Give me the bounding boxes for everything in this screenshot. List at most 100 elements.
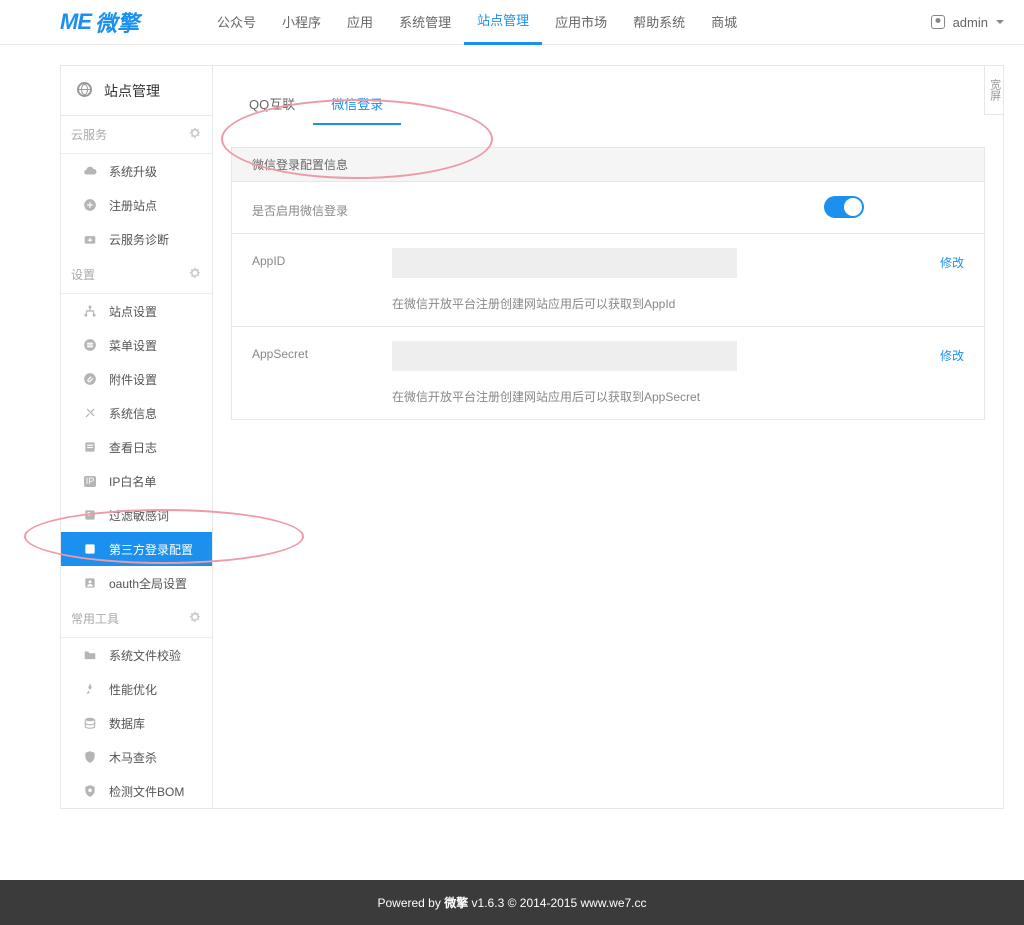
nav-item-4[interactable]: 站点管理 (464, 0, 542, 45)
nav-item-3[interactable]: 系统管理 (386, 0, 464, 45)
tab-1[interactable]: 微信登录 (313, 84, 401, 125)
sidebar-item-1-4[interactable]: 查看日志 (61, 430, 212, 464)
sidebar-item-label: 检测文件BOM (109, 783, 184, 800)
sidebar-header: 站点管理 (61, 66, 212, 116)
sidebar-item-1-0[interactable]: 站点设置 (61, 294, 212, 328)
sidebar-item-1-6[interactable]: 过滤敏感词 (61, 498, 212, 532)
switch-toggle[interactable] (824, 196, 864, 218)
sidebar-item-label: 第三方登录配置 (109, 541, 193, 558)
top-nav: ME 微擎 公众号小程序应用系统管理站点管理应用市场帮助系统商城 admin (0, 0, 1024, 45)
nav-item-7[interactable]: 商城 (698, 0, 750, 45)
gear-icon[interactable] (188, 610, 202, 627)
sidebar-item-label: 过滤敏感词 (109, 507, 169, 524)
sidebar-item-label: 查看日志 (109, 439, 157, 456)
nav-item-6[interactable]: 帮助系统 (620, 0, 698, 45)
section-label: 云服务 (71, 126, 107, 143)
login-icon (81, 542, 99, 556)
form-help: 在微信开放平台注册创建网站应用后可以获取到AppSecret (392, 388, 914, 405)
sidebar-item-2-2[interactable]: 数据库 (61, 706, 212, 740)
sidebar-item-label: 注册站点 (109, 197, 157, 214)
form-label: AppID (252, 248, 392, 268)
form-label: AppSecret (252, 341, 392, 361)
sidebar: 站点管理 云服务系统升级注册站点云服务诊断设置站点设置菜单设置附件设置系统信息查… (61, 66, 213, 808)
form-value (392, 196, 964, 218)
edit-link[interactable]: 修改 (940, 256, 964, 270)
nav-item-2[interactable]: 应用 (334, 0, 386, 45)
edit-link[interactable]: 修改 (940, 349, 964, 363)
nav-items: 公众号小程序应用系统管理站点管理应用市场帮助系统商城 (204, 0, 750, 45)
sidebar-item-2-1[interactable]: 性能优化 (61, 672, 212, 706)
form-help: 在微信开放平台注册创建网站应用后可以获取到AppId (392, 295, 914, 312)
shield-icon (81, 750, 99, 764)
text-input[interactable] (392, 248, 737, 278)
sidebar-item-label: 站点设置 (109, 303, 157, 320)
form-panel-header: 微信登录配置信息 (232, 148, 984, 182)
sidebar-item-1-5[interactable]: IPIP白名单 (61, 464, 212, 498)
tools-icon (81, 406, 99, 420)
list-icon (81, 338, 99, 352)
nav-item-5[interactable]: 应用市场 (542, 0, 620, 45)
sidebar-item-label: 附件设置 (109, 371, 157, 388)
footer-product: 微擎 (444, 896, 468, 910)
sidebar-item-0-0[interactable]: 系统升级 (61, 154, 212, 188)
footer-url: www.we7.cc (581, 896, 647, 910)
user-icon (931, 15, 945, 29)
text-input[interactable] (392, 341, 737, 371)
sidebar-item-2-0[interactable]: 系统文件校验 (61, 638, 212, 672)
sidebar-item-1-2[interactable]: 附件设置 (61, 362, 212, 396)
form-value: 在微信开放平台注册创建网站应用后可以获取到AppSecret (392, 341, 914, 405)
globe-icon (77, 82, 92, 100)
tab-0[interactable]: QQ互联 (231, 84, 313, 125)
sidebar-item-0-2[interactable]: 云服务诊断 (61, 222, 212, 256)
sidebar-title: 站点管理 (104, 81, 160, 101)
sidebar-item-label: IP白名单 (109, 473, 156, 490)
filter-icon (81, 508, 99, 522)
content-tabs: QQ互联微信登录 (213, 66, 1003, 125)
section-title-0: 云服务 (61, 116, 212, 154)
nav-item-1[interactable]: 小程序 (269, 0, 334, 45)
sidebar-item-label: 系统信息 (109, 405, 157, 422)
rocket-icon (81, 682, 99, 696)
sidebar-item-1-7[interactable]: 第三方登录配置 (61, 532, 212, 566)
sidebar-item-label: 菜单设置 (109, 337, 157, 354)
sidebar-item-2-4[interactable]: 检测文件BOM (61, 774, 212, 808)
section-title-1: 设置 (61, 256, 212, 294)
log-icon (81, 440, 99, 454)
logo-prefix: ME (60, 9, 91, 35)
panel: 站点管理 云服务系统升级注册站点云服务诊断设置站点设置菜单设置附件设置系统信息查… (60, 65, 1004, 809)
logo[interactable]: ME 微擎 (60, 6, 139, 38)
footer-version: v1.6.3 (472, 896, 505, 910)
form-row-0: 是否启用微信登录 (232, 182, 984, 234)
form-label: 是否启用微信登录 (252, 196, 392, 219)
paperclip-icon (81, 372, 99, 386)
gear-icon[interactable] (188, 266, 202, 283)
nav-item-0[interactable]: 公众号 (204, 0, 269, 45)
sidebar-item-label: 云服务诊断 (109, 231, 169, 248)
sidebar-item-label: 系统文件校验 (109, 647, 181, 664)
sidebar-sections: 云服务系统升级注册站点云服务诊断设置站点设置菜单设置附件设置系统信息查看日志 IP… (61, 116, 212, 808)
section-title-2: 常用工具 (61, 600, 212, 638)
medkit-icon (81, 232, 99, 246)
section-label: 设置 (71, 266, 95, 283)
chevron-down-icon (996, 20, 1004, 24)
sidebar-item-label: oauth全局设置 (109, 575, 187, 592)
footer: Powered by 微擎 v1.6.3 © 2014-2015 www.we7… (0, 880, 1024, 925)
sidebar-item-1-8[interactable]: oauth全局设置 (61, 566, 212, 600)
form-row-1: AppID 在微信开放平台注册创建网站应用后可以获取到AppId 修改 (232, 234, 984, 327)
sidebar-item-1-1[interactable]: 菜单设置 (61, 328, 212, 362)
oauth-icon (81, 576, 99, 590)
section-label: 常用工具 (71, 610, 119, 627)
logo-text: 微擎 (95, 6, 139, 38)
user-dropdown[interactable]: admin (931, 15, 1004, 30)
sidebar-item-label: 数据库 (109, 715, 145, 732)
sidebar-item-1-3[interactable]: 系统信息 (61, 396, 212, 430)
wide-screen-button[interactable]: 宽屏 (984, 65, 1004, 115)
sitemap-icon (81, 304, 99, 318)
sidebar-item-label: 性能优化 (109, 681, 157, 698)
folder-icon (81, 648, 99, 662)
form-panel: 微信登录配置信息 是否启用微信登录 AppID 在微信开放平台注册创建网站应用后可以… (231, 147, 985, 420)
sidebar-item-2-3[interactable]: 木马查杀 (61, 740, 212, 774)
sidebar-item-0-1[interactable]: 注册站点 (61, 188, 212, 222)
form-row-2: AppSecret 在微信开放平台注册创建网站应用后可以获取到AppSecret 修… (232, 327, 984, 419)
gear-icon[interactable] (188, 126, 202, 143)
